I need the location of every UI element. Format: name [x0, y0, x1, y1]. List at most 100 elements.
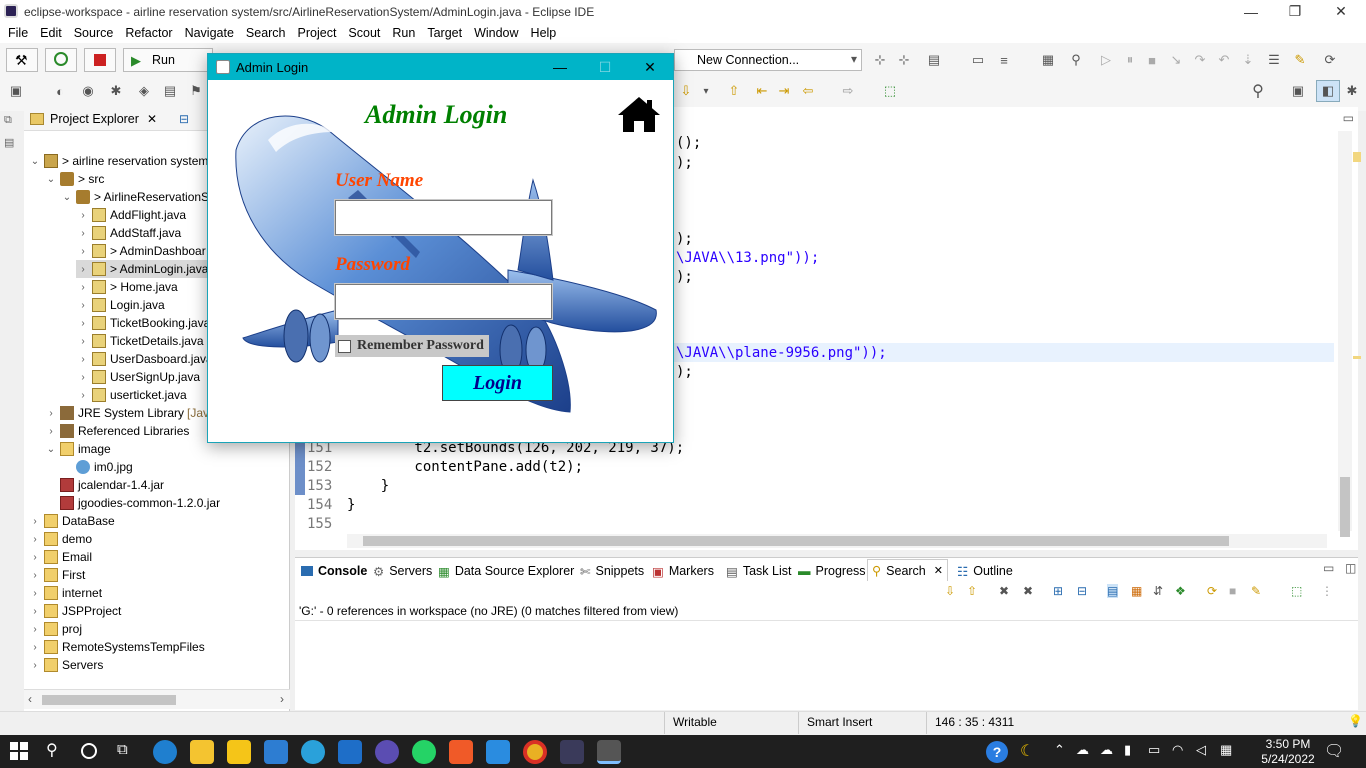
stop-button[interactable] [84, 48, 116, 72]
menu-help[interactable]: Help [525, 26, 563, 40]
mic-icon[interactable]: ▮ [1124, 742, 1131, 758]
search-history-icon[interactable]: ✎ [1251, 584, 1261, 598]
view-stack-icon[interactable]: ▤ [4, 136, 18, 149]
collapse-all-icon[interactable]: ⊟ [1077, 584, 1087, 598]
scroll-right-icon[interactable]: › [280, 692, 284, 706]
maximize-panel-icon[interactable]: ◫ [1345, 561, 1356, 575]
remove-all-icon[interactable]: ✖ [1023, 584, 1033, 598]
twisty-icon[interactable]: › [28, 588, 42, 599]
tree-item[interactable]: › > AdminDashboar [76, 242, 206, 260]
tree-item[interactable]: › internet [28, 584, 102, 602]
restore-button[interactable]: ❐ [1272, 0, 1318, 23]
pencil-icon[interactable]: ✎ [1288, 49, 1312, 71]
checkbox-box[interactable] [338, 339, 351, 353]
twisty-icon[interactable]: › [28, 624, 42, 635]
debug-icon[interactable]: ✱ [104, 80, 128, 102]
twisty-icon[interactable]: ⌄ [28, 156, 42, 167]
connection-select[interactable]: New Connection... ▾ [674, 49, 862, 71]
build-button[interactable]: ⚒ [6, 48, 38, 72]
scroll-thumb[interactable] [1340, 477, 1350, 537]
tab-console[interactable]: Console [301, 561, 367, 581]
twisty-icon[interactable]: › [76, 354, 90, 365]
group-icon[interactable]: ❖ [1175, 584, 1186, 598]
twisty-icon[interactable]: › [76, 210, 90, 221]
menu-scout[interactable]: Scout [342, 26, 386, 40]
home-icon[interactable] [616, 94, 662, 134]
whatsapp-icon[interactable] [412, 740, 436, 764]
twisty-icon[interactable]: ⌄ [44, 174, 58, 185]
editor-hscrollbar[interactable] [347, 534, 1327, 548]
twisty-icon[interactable]: › [28, 606, 42, 617]
tree-item[interactable]: › TicketBooking.java [76, 314, 210, 332]
tree-item[interactable]: im0.jpg [60, 458, 133, 476]
vscode-icon[interactable] [486, 740, 510, 764]
pin-view-icon[interactable]: ⬚ [1291, 584, 1302, 598]
expand-all-icon[interactable]: ⊞ [1053, 584, 1063, 598]
clock-date[interactable]: 5/24/2022 [1252, 752, 1324, 766]
edge-icon[interactable] [153, 740, 177, 764]
mail-icon[interactable] [264, 740, 288, 764]
username-input[interactable] [334, 199, 553, 236]
step-return-icon[interactable]: ↶ [1212, 49, 1236, 71]
next-edit-icon[interactable]: ⇥ [772, 80, 796, 102]
collapse-all-icon[interactable]: ⊟ [179, 112, 189, 126]
twisty-icon[interactable]: › [76, 282, 90, 293]
close-button[interactable]: ✕ [1318, 0, 1364, 23]
tree-item[interactable]: › proj [28, 620, 82, 638]
cloud-icon[interactable]: ☁ [1100, 742, 1113, 758]
minimize-button[interactable]: — [1228, 0, 1274, 23]
help-icon[interactable]: ? [986, 741, 1008, 763]
windows-start-icon[interactable] [10, 742, 28, 760]
drop-frame-icon[interactable]: ⇣ [1236, 49, 1260, 71]
menu-edit[interactable]: Edit [34, 26, 68, 40]
app-icon[interactable] [338, 740, 362, 764]
chevron-down-icon[interactable]: ▾ [694, 80, 718, 102]
last-edit-icon[interactable]: ⇤ [750, 80, 774, 102]
tree-item[interactable]: › AddFlight.java [76, 206, 186, 224]
restore-view-icon[interactable]: ⧉ [4, 114, 18, 126]
database-icon[interactable]: ▦ [1036, 49, 1060, 71]
tree-item[interactable]: › First [28, 566, 85, 584]
tree-item[interactable]: › Servers [28, 656, 103, 674]
twisty-icon[interactable]: › [28, 642, 42, 653]
monitor-icon[interactable]: ▭ [966, 49, 990, 71]
horizontal-scrollbar[interactable]: ‹ › [24, 689, 290, 709]
filter-icon[interactable]: ⚲ [1064, 49, 1088, 71]
tree-item[interactable]: › Email [28, 548, 92, 566]
login-button[interactable]: Login [442, 365, 553, 401]
remember-password-checkbox[interactable]: Remember Password [335, 335, 489, 357]
tab-search[interactable]: ⚲ Search ✕ [867, 559, 948, 581]
app-icon[interactable] [375, 740, 399, 764]
twisty-icon[interactable]: › [28, 534, 42, 545]
show-table-icon[interactable]: ▦ [1131, 584, 1142, 598]
twisty-icon[interactable]: › [44, 408, 58, 419]
globe-icon[interactable]: ◉ [76, 80, 100, 102]
twisty-icon[interactable]: › [28, 516, 42, 527]
tree-item[interactable]: jcalendar-1.4.jar [44, 476, 164, 494]
tab-servers[interactable]: ⚙ Servers [373, 561, 432, 581]
run-config-button[interactable]: ▶ Run [123, 48, 213, 72]
twisty-icon[interactable]: › [76, 300, 90, 311]
step-into-icon[interactable]: ↘ [1164, 49, 1188, 71]
java-app-icon[interactable] [597, 740, 621, 764]
tab-snippets[interactable]: ✄ Snippets [580, 561, 644, 581]
step-over-icon[interactable]: ↷ [1188, 49, 1212, 71]
new-icon[interactable]: ▣ [4, 80, 28, 102]
clock-time[interactable]: 3:50 PM [1258, 737, 1318, 751]
menu-target[interactable]: Target [421, 26, 468, 40]
terminate-icon[interactable]: ■ [1140, 49, 1164, 71]
task-view-icon[interactable]: ⧉ [117, 741, 128, 758]
dialog-minimize-button[interactable]: — [537, 54, 583, 80]
tree-item[interactable]: › demo [28, 530, 92, 548]
prev-annotation-icon[interactable]: ⇧ [722, 80, 746, 102]
close-icon[interactable]: ✕ [934, 564, 943, 577]
clipboard-icon[interactable]: ▤ [922, 49, 946, 71]
twisty-icon[interactable]: › [76, 336, 90, 347]
prev-match-icon[interactable]: ⇧ [967, 584, 977, 598]
twisty-icon[interactable]: › [76, 390, 90, 401]
wifi-icon[interactable]: ◠ [1172, 742, 1183, 758]
refresh-search-icon[interactable]: ⟳ [1207, 584, 1217, 598]
tree-item[interactable]: › JRE System Library [Java [44, 404, 216, 422]
tree-item[interactable]: jgoodies-common-1.2.0.jar [44, 494, 220, 512]
menu-window[interactable]: Window [468, 26, 524, 40]
